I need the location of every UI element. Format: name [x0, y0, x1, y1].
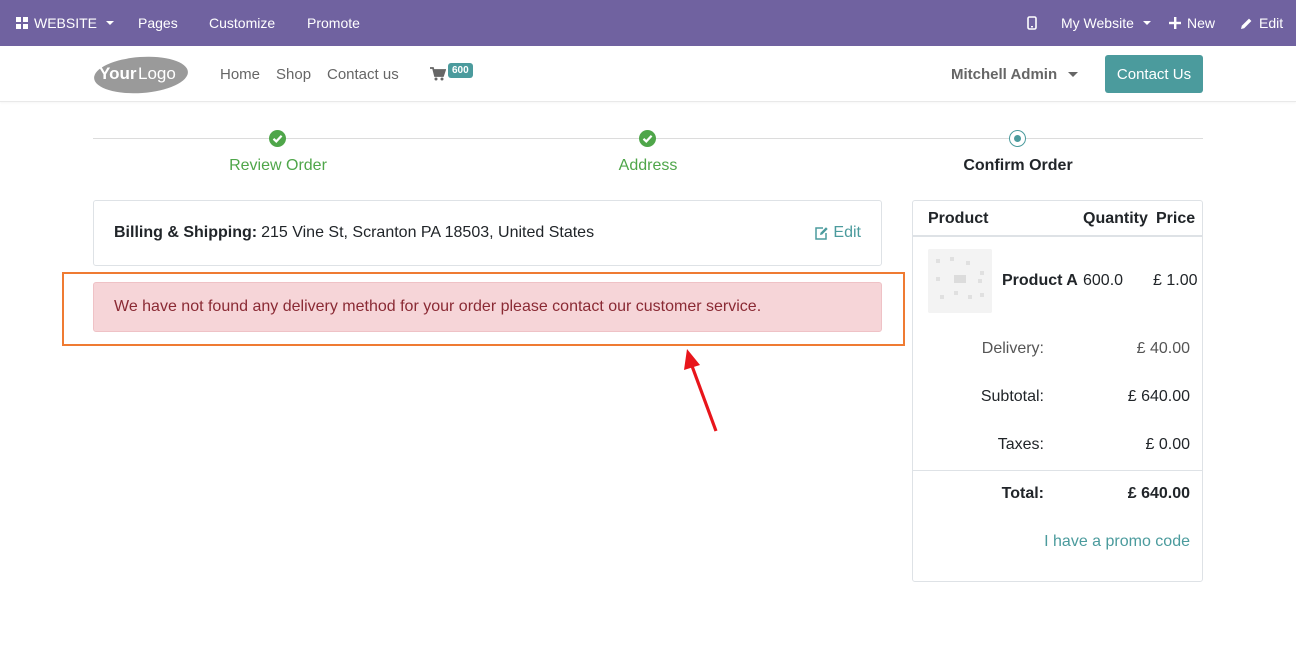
edit-square-icon [815, 227, 829, 240]
nav-home[interactable]: Home [220, 46, 260, 102]
website-menu[interactable]: WEBSITE [16, 0, 115, 46]
billing-shipping-address: 215 Vine St, Scranton PA 18503, United S… [261, 224, 595, 241]
pages-menu-label: Pages [138, 15, 178, 31]
billing-shipping-label: Billing & Shipping: [114, 224, 258, 241]
pencil-icon [1241, 18, 1252, 29]
nav-shop-label: Shop [276, 65, 312, 83]
promote-menu-label: Promote [307, 15, 360, 31]
edit-address-label: Edit [833, 224, 861, 241]
caret-down-icon [106, 21, 115, 25]
subtotal-value: £ 640.00 [1127, 388, 1190, 405]
subtotal-label: Subtotal: [980, 388, 1044, 405]
header-product: Product [928, 210, 989, 227]
user-name: Mitchell Admin [951, 65, 1058, 83]
my-website-menu[interactable]: My Website [1061, 0, 1151, 46]
step-address-check-icon [639, 130, 656, 147]
taxes-label: Taxes: [997, 436, 1044, 453]
caret-down-icon [1142, 21, 1151, 25]
edit-button-label: Edit [1259, 15, 1284, 31]
customize-menu-label: Customize [209, 15, 276, 31]
step-review-order-check-icon [269, 130, 286, 147]
site-header: Your Logo Home Shop Contact us 600 Mitch… [0, 46, 1296, 102]
step-confirm-order: Confirm Order [963, 157, 1073, 174]
order-summary-header: Product Quantity Price [913, 201, 1202, 237]
admin-bar: WEBSITE Pages Customize Promote My Websi… [0, 0, 1296, 46]
pages-menu[interactable]: Pages [138, 0, 178, 46]
nav-home-label: Home [220, 65, 261, 83]
total-value: £ 640.00 [1127, 485, 1190, 502]
product-image [928, 249, 992, 313]
website-menu-label: WEBSITE [34, 15, 98, 31]
promote-menu[interactable]: Promote [307, 0, 360, 46]
caret-down-icon [1068, 71, 1079, 77]
edit-button[interactable]: Edit [1240, 0, 1283, 46]
total-label: Total: [1001, 485, 1044, 502]
delivery-error-alert: We have not found any delivery method fo… [93, 282, 882, 332]
billing-shipping-card: Billing & Shipping: 215 Vine St, Scranto… [93, 200, 882, 266]
promo-code-link[interactable]: I have a promo code [1044, 533, 1190, 551]
delivery-value: £ 40.00 [1136, 340, 1190, 357]
header-quantity: Quantity [1083, 210, 1148, 227]
delivery-label: Delivery: [981, 340, 1044, 357]
edit-address-link[interactable]: Edit [814, 224, 861, 242]
plus-icon [1169, 17, 1181, 29]
nav-contact-label: Contact us [327, 65, 399, 83]
nav-contact-us[interactable]: Contact us [327, 46, 399, 102]
my-website-label: My Website [1061, 15, 1134, 31]
logo-text-logo: Logo [138, 64, 176, 83]
total-divider [913, 470, 1202, 471]
mobile-phone-icon [1027, 16, 1037, 30]
site-logo[interactable]: Your Logo [93, 54, 189, 94]
contact-us-label: Contact Us [1116, 65, 1192, 83]
nav-shop[interactable]: Shop [276, 46, 311, 102]
logo-text-your: Your [99, 64, 137, 83]
cart-quantity-badge: 600 [448, 63, 473, 78]
user-menu[interactable]: Mitchell Admin [951, 46, 1079, 102]
step-review-order[interactable]: Review Order [178, 157, 378, 175]
step-address[interactable]: Address [548, 157, 748, 175]
mobile-preview-button[interactable] [1027, 0, 1037, 46]
new-button-label: New [1187, 15, 1216, 31]
customize-menu[interactable]: Customize [209, 0, 275, 46]
order-line-price: £ 1.00 [1153, 272, 1198, 289]
order-summary-card: Product Quantity Price Product A 600.0 £… [912, 200, 1203, 582]
taxes-value: £ 0.00 [1145, 436, 1190, 453]
step-confirm-order-current-icon [1009, 130, 1026, 147]
order-line-product-name[interactable]: Product A [1002, 272, 1078, 290]
header-price: Price [1156, 210, 1196, 227]
apps-grid-icon [16, 17, 28, 29]
contact-us-button[interactable]: Contact Us [1105, 55, 1203, 93]
order-line-quantity: 600.0 [1083, 272, 1124, 289]
shopping-cart-icon[interactable] [430, 67, 446, 81]
delivery-error-message: We have not found any delivery method fo… [114, 298, 762, 315]
red-arrow-annotation-icon [684, 349, 718, 432]
new-button[interactable]: New [1169, 0, 1215, 46]
